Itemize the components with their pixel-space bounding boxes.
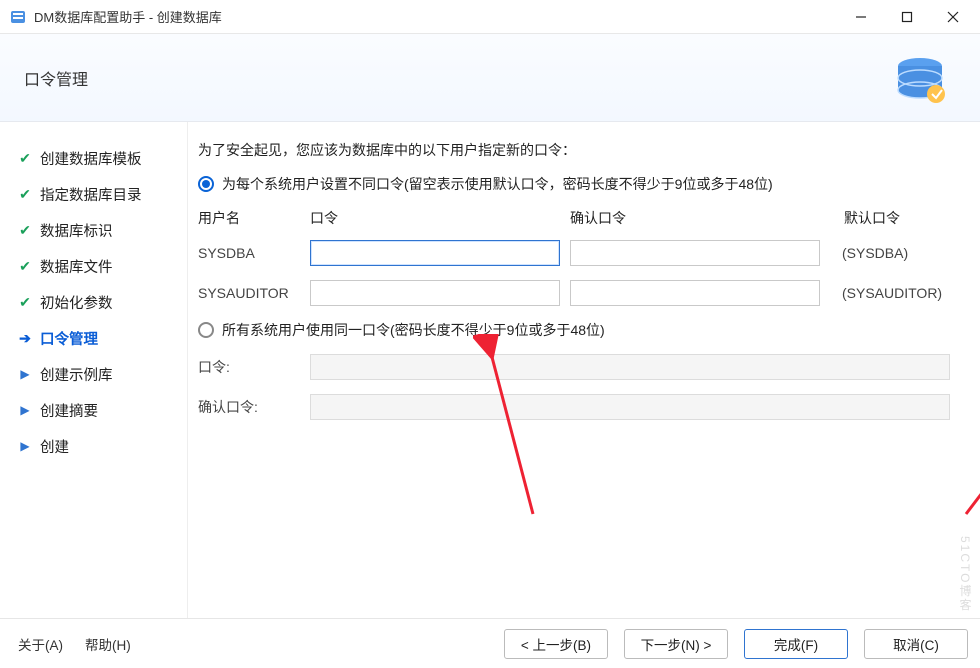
- check-icon: ✔: [16, 186, 34, 203]
- sidebar-item-label: 创建示例库: [40, 364, 113, 385]
- check-icon: ✔: [16, 258, 34, 275]
- database-icon: [872, 48, 952, 115]
- header: 口令管理: [0, 34, 980, 122]
- shared-confirm-input: [310, 394, 950, 420]
- col-pass: 口令: [310, 208, 570, 228]
- cancel-button[interactable]: 取消(C): [864, 629, 968, 659]
- table-row: SYSAUDITOR (SYSAUDITOR): [198, 280, 960, 306]
- titlebar: DM数据库配置助手 - 创建数据库: [0, 0, 980, 34]
- caret-right-icon: ▶: [16, 439, 34, 453]
- default-value: (SYSAUDITOR): [830, 285, 960, 301]
- sysauditor-password-input[interactable]: [310, 280, 560, 306]
- radio-individual[interactable]: 为每个系统用户设置不同口令(留空表示使用默认口令，密码长度不得少于9位或多于48…: [198, 174, 960, 194]
- close-button[interactable]: [930, 0, 976, 34]
- about-button[interactable]: 关于(A): [12, 629, 69, 659]
- maximize-button[interactable]: [884, 0, 930, 34]
- window-title: DM数据库配置助手 - 创建数据库: [34, 7, 838, 26]
- table-header: 用户名 口令 确认口令 默认口令: [198, 208, 960, 228]
- help-button[interactable]: 帮助(H): [79, 629, 137, 659]
- page-title: 口令管理: [24, 66, 88, 90]
- minimize-button[interactable]: [838, 0, 884, 34]
- username-label: SYSDBA: [198, 245, 310, 261]
- app-icon: [10, 9, 26, 25]
- watermark: 51CTO博客: [957, 536, 974, 612]
- sidebar-item-directory[interactable]: ✔ 指定数据库目录: [10, 176, 177, 212]
- sidebar-item-label: 数据库标识: [40, 220, 113, 241]
- radio-icon: [198, 176, 214, 192]
- radio-label: 所有系统用户使用同一口令(密码长度不得少于9位或多于48位): [222, 320, 605, 340]
- sidebar-item-sample[interactable]: ▶ 创建示例库: [10, 356, 177, 392]
- sysdba-password-input[interactable]: [310, 240, 560, 266]
- main: ✔ 创建数据库模板 ✔ 指定数据库目录 ✔ 数据库标识 ✔ 数据库文件 ✔ 初始化参数 ➔…: [0, 122, 980, 618]
- check-icon: ✔: [16, 150, 34, 167]
- sidebar-item-label: 创建数据库模板: [40, 148, 142, 169]
- sidebar: ✔ 创建数据库模板 ✔ 指定数据库目录 ✔ 数据库标识 ✔ 数据库文件 ✔ 初始化参数 ➔…: [0, 122, 188, 618]
- username-label: SYSAUDITOR: [198, 285, 310, 301]
- sidebar-item-init[interactable]: ✔ 初始化参数: [10, 284, 177, 320]
- caret-right-icon: ▶: [16, 403, 34, 417]
- intro-text: 为了安全起见，您应该为数据库中的以下用户指定新的口令：: [198, 140, 960, 160]
- sidebar-item-label: 创建摘要: [40, 400, 98, 421]
- sidebar-item-files[interactable]: ✔ 数据库文件: [10, 248, 177, 284]
- col-confirm: 确认口令: [570, 208, 832, 228]
- check-icon: ✔: [16, 222, 34, 239]
- caret-right-icon: ▶: [16, 367, 34, 381]
- shared-confirm-label: 确认口令:: [198, 397, 310, 417]
- radio-label: 为每个系统用户设置不同口令(留空表示使用默认口令，密码长度不得少于9位或多于48…: [222, 174, 773, 194]
- sysdba-confirm-input[interactable]: [570, 240, 820, 266]
- shared-password-row: 口令:: [198, 354, 960, 380]
- sidebar-item-label: 初始化参数: [40, 292, 113, 313]
- next-button[interactable]: 下一步(N) >: [624, 629, 728, 659]
- check-icon: ✔: [16, 294, 34, 311]
- col-user: 用户名: [198, 208, 310, 228]
- sidebar-item-password[interactable]: ➔ 口令管理: [10, 320, 177, 356]
- sidebar-item-create[interactable]: ▶ 创建: [10, 428, 177, 464]
- sidebar-item-label: 数据库文件: [40, 256, 113, 277]
- shared-password-input: [310, 354, 950, 380]
- col-default: 默认口令: [832, 208, 960, 228]
- default-value: (SYSDBA): [830, 245, 960, 261]
- sidebar-item-summary[interactable]: ▶ 创建摘要: [10, 392, 177, 428]
- radio-icon: [198, 322, 214, 338]
- arrow-right-icon: ➔: [16, 330, 34, 347]
- sidebar-item-label: 口令管理: [40, 328, 98, 349]
- sysauditor-confirm-input[interactable]: [570, 280, 820, 306]
- footer: 关于(A) 帮助(H) < 上一步(B) 下一步(N) > 完成(F) 取消(C…: [0, 618, 980, 668]
- sidebar-item-label: 创建: [40, 436, 69, 457]
- finish-button[interactable]: 完成(F): [744, 629, 848, 659]
- radio-shared[interactable]: 所有系统用户使用同一口令(密码长度不得少于9位或多于48位): [198, 320, 960, 340]
- sidebar-item-template[interactable]: ✔ 创建数据库模板: [10, 140, 177, 176]
- content: 为了安全起见，您应该为数据库中的以下用户指定新的口令： 为每个系统用户设置不同口…: [188, 122, 980, 618]
- sidebar-item-identity[interactable]: ✔ 数据库标识: [10, 212, 177, 248]
- table-row: SYSDBA (SYSDBA): [198, 240, 960, 266]
- shared-password-label: 口令:: [198, 357, 310, 377]
- sidebar-item-label: 指定数据库目录: [40, 184, 142, 205]
- shared-confirm-row: 确认口令:: [198, 394, 960, 420]
- prev-button[interactable]: < 上一步(B): [504, 629, 608, 659]
